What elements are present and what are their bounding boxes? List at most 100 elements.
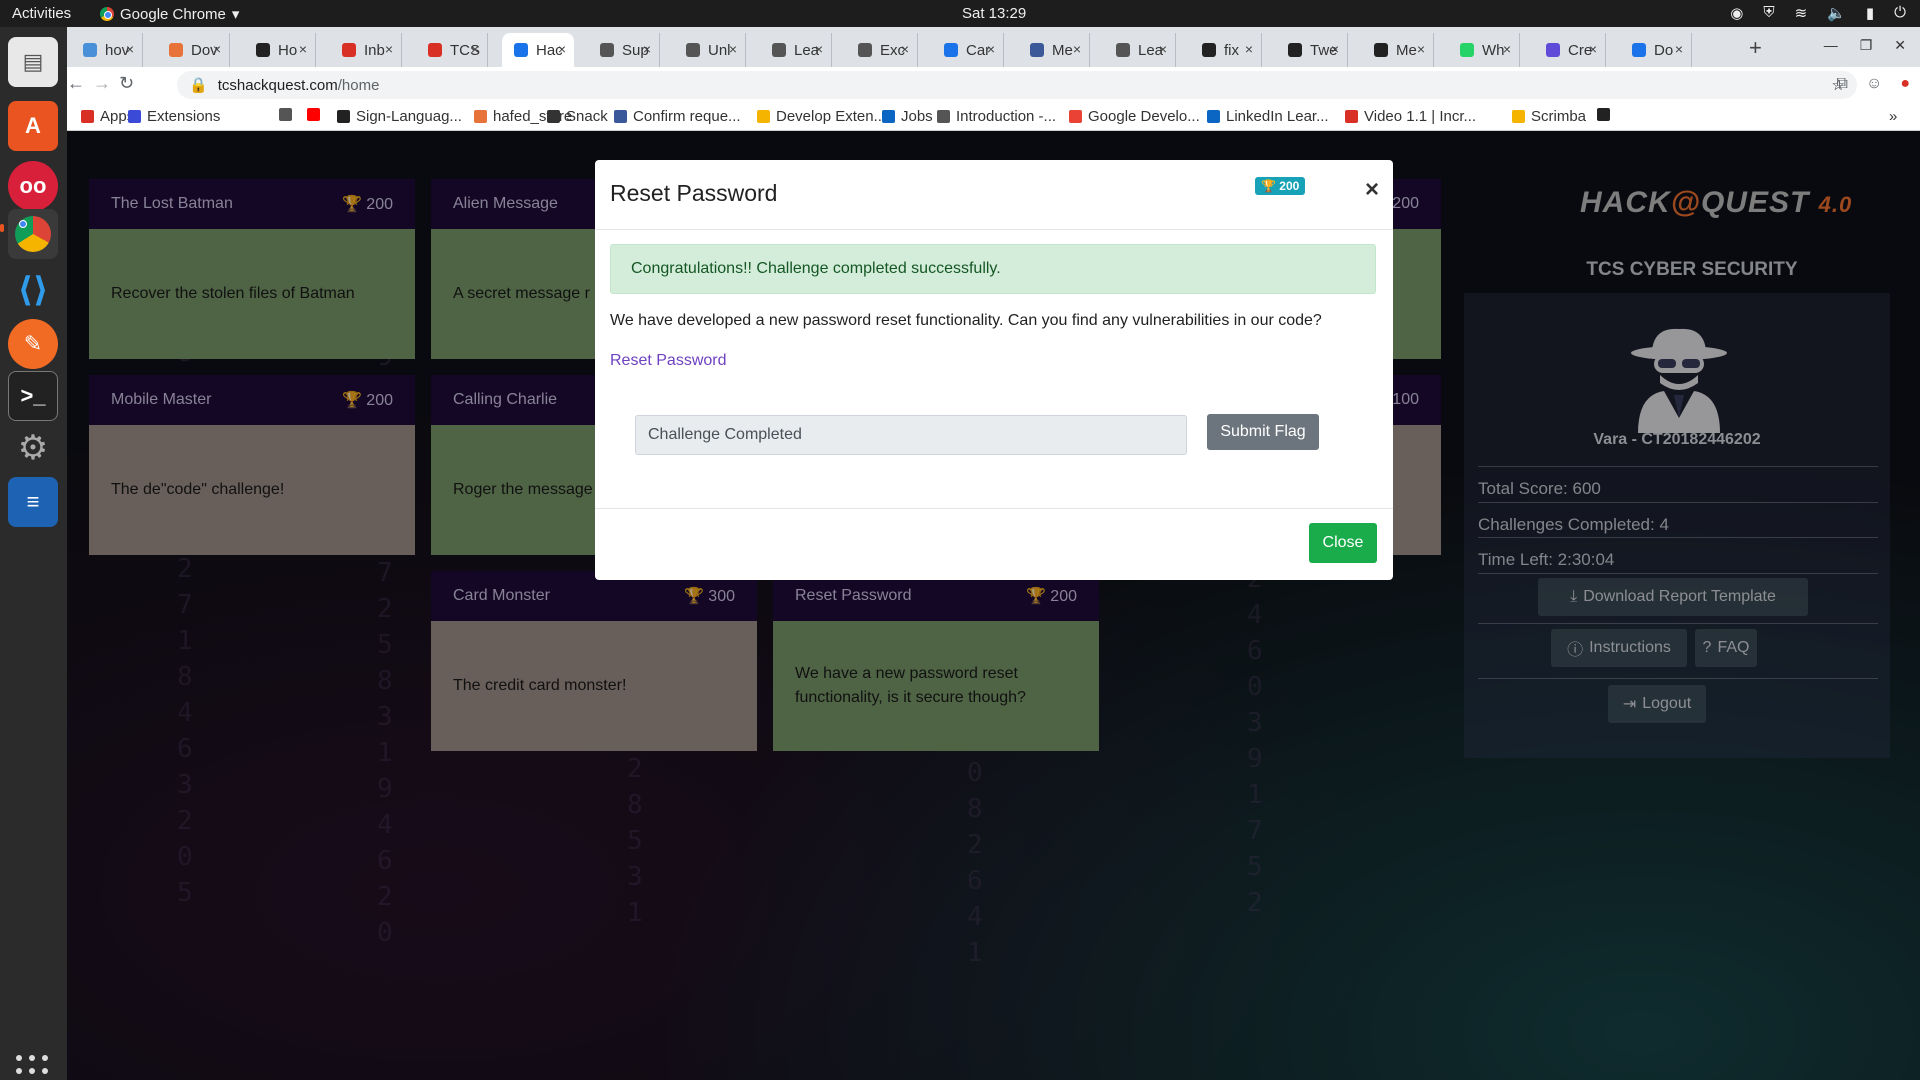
challenge-link[interactable]: Reset Password xyxy=(610,352,727,370)
shield-icon[interactable]: ⛨ xyxy=(1763,4,1774,22)
browser-tab[interactable]: Exc × xyxy=(846,33,918,67)
browser-tab[interactable]: Hac × xyxy=(502,33,574,67)
tab-close-icon[interactable]: × xyxy=(126,41,134,57)
bookmark-item[interactable]: Google Develo... xyxy=(1069,108,1200,125)
profile-icon[interactable]: ● xyxy=(1900,75,1910,93)
volume-icon[interactable]: 🔈 xyxy=(1827,4,1846,22)
tab-close-icon[interactable]: × xyxy=(1503,41,1511,57)
bookmark-item[interactable]: Scrimba xyxy=(1512,108,1586,125)
browser-tab[interactable]: fix × xyxy=(1190,33,1262,67)
bookmark-item[interactable]: Apps xyxy=(81,108,134,125)
bookmark-label: Confirm reque... xyxy=(633,108,741,125)
tab-close-icon[interactable]: × xyxy=(1589,41,1597,57)
browser-tab[interactable]: Car × xyxy=(932,33,1004,67)
bookmark-label: Extensions xyxy=(147,108,221,125)
activities-button[interactable]: Activities xyxy=(12,5,71,22)
maximize-icon[interactable]: ❐ xyxy=(1860,37,1873,54)
chrome-icon[interactable] xyxy=(8,209,58,259)
terminal-icon[interactable]: >_ xyxy=(8,371,58,421)
tab-label: fix xyxy=(1224,41,1239,59)
bookmark-item[interactable]: Confirm reque... xyxy=(614,108,741,125)
postman-icon[interactable]: ✎ xyxy=(8,319,58,369)
writer-icon[interactable]: ≡ xyxy=(8,477,58,527)
tab-close-icon[interactable]: × xyxy=(213,41,221,57)
flag-input[interactable] xyxy=(635,415,1187,455)
tab-strip: hov × Dov × Ho × Inb × TCS × Hac × Sup × Unl × Lea × Exc × C… xyxy=(67,27,1920,67)
bookmark-item[interactable]: Snack xyxy=(547,108,608,125)
tab-favicon-icon xyxy=(1374,43,1388,57)
tab-close-icon[interactable]: × xyxy=(987,41,995,57)
bookmark-item[interactable]: LinkedIn Lear... xyxy=(1207,108,1329,125)
close-icon[interactable]: × xyxy=(1365,176,1379,204)
tab-close-icon[interactable]: × xyxy=(815,41,823,57)
bookmark-favicon-icon xyxy=(474,110,487,123)
browser-tab[interactable]: Wh × xyxy=(1448,33,1520,67)
forward-icon[interactable]: → xyxy=(93,73,111,94)
bookmark-item[interactable]: Sign-Languag... xyxy=(337,108,462,125)
tab-favicon-icon xyxy=(1632,43,1646,57)
tab-favicon-icon xyxy=(1460,43,1474,57)
battery-icon[interactable]: ▮ xyxy=(1866,4,1874,22)
back-icon[interactable]: ← xyxy=(67,73,85,94)
tab-close-icon[interactable]: × xyxy=(1245,41,1253,57)
app-menu[interactable]: Google Chrome ▾ xyxy=(100,5,239,23)
browser-tab[interactable]: Twe × xyxy=(1276,33,1348,67)
browser-tab[interactable]: Me × xyxy=(1018,33,1090,67)
bookmark-item[interactable]: Extensions xyxy=(128,108,220,125)
reload-icon[interactable]: ↻ xyxy=(119,73,134,94)
browser-tab[interactable]: Lea × xyxy=(760,33,832,67)
emoji-extension-icon[interactable]: ☺ xyxy=(1866,75,1882,93)
bookmark-item[interactable] xyxy=(279,108,298,121)
browser-tab[interactable]: Sup × xyxy=(588,33,660,67)
files-icon[interactable]: ▤ xyxy=(8,37,58,87)
browser-tab[interactable]: Do × xyxy=(1620,33,1692,67)
vscode-icon[interactable]: ⟨⟩ xyxy=(8,265,58,315)
tab-label: Me xyxy=(1052,41,1073,59)
settings-icon[interactable]: ⚙ xyxy=(8,423,58,473)
address-bar[interactable]: 🔒 tcshackquest.com/home ☆ xyxy=(177,71,1857,99)
new-tab-button[interactable]: + xyxy=(1749,35,1762,61)
tab-close-icon[interactable]: × xyxy=(729,41,737,57)
bookmark-item[interactable]: Jobs xyxy=(882,108,933,125)
browser-tab[interactable]: Cre × xyxy=(1534,33,1606,67)
bookmark-item[interactable]: Introduction -... xyxy=(937,108,1056,125)
tab-close-icon[interactable]: × xyxy=(1159,41,1167,57)
tab-close-icon[interactable]: × xyxy=(471,41,479,57)
minimize-icon[interactable]: — xyxy=(1824,37,1838,54)
browser-tab[interactable]: TCS × xyxy=(416,33,488,67)
bookmark-item[interactable]: Video 1.1 | Incr... xyxy=(1345,108,1476,125)
chrome-icon[interactable]: ◉ xyxy=(1730,4,1743,22)
close-icon[interactable]: ✕ xyxy=(1894,37,1906,54)
browser-tab[interactable]: Ho × xyxy=(244,33,316,67)
tab-close-icon[interactable]: × xyxy=(385,41,393,57)
software-center-icon[interactable]: A xyxy=(8,101,58,151)
browser-tab[interactable]: Lea × xyxy=(1104,33,1176,67)
music-player-icon[interactable]: oo xyxy=(8,161,58,211)
wifi-icon[interactable]: ≋ xyxy=(1795,4,1808,22)
power-icon[interactable]: ⏻ xyxy=(1894,4,1906,22)
bookmark-item[interactable] xyxy=(1597,108,1616,121)
tab-close-icon[interactable]: × xyxy=(1331,41,1339,57)
show-applications-icon[interactable] xyxy=(16,1055,50,1080)
tab-close-icon[interactable]: × xyxy=(643,41,651,57)
browser-tab[interactable]: Inb × xyxy=(330,33,402,67)
tab-close-icon[interactable]: × xyxy=(558,41,566,57)
close-button[interactable]: Close xyxy=(1309,523,1377,563)
browser-tab[interactable]: Unl × xyxy=(674,33,746,67)
browser-tab[interactable]: Dov × xyxy=(157,33,230,67)
extension-icon[interactable]: ⧉ xyxy=(1837,75,1848,93)
system-tray[interactable]: ◉ ⛨ ≋ 🔈 ▮ ⏻ xyxy=(1730,4,1906,22)
browser-tab[interactable]: hov × xyxy=(71,33,143,67)
submit-flag-button[interactable]: Submit Flag xyxy=(1207,414,1319,450)
tab-close-icon[interactable]: × xyxy=(299,41,307,57)
bookmark-item[interactable]: Develop Exten... xyxy=(757,108,886,125)
tab-close-icon[interactable]: × xyxy=(901,41,909,57)
tab-close-icon[interactable]: × xyxy=(1417,41,1425,57)
tab-close-icon[interactable]: × xyxy=(1675,41,1683,57)
browser-tab[interactable]: Me × xyxy=(1362,33,1434,67)
more-bookmarks-icon[interactable]: » xyxy=(1889,108,1897,125)
tab-close-icon[interactable]: × xyxy=(1073,41,1081,57)
tab-label: Ho xyxy=(278,41,298,59)
clock[interactable]: Sat 13:29 xyxy=(962,5,1026,22)
bookmark-item[interactable] xyxy=(307,108,326,121)
